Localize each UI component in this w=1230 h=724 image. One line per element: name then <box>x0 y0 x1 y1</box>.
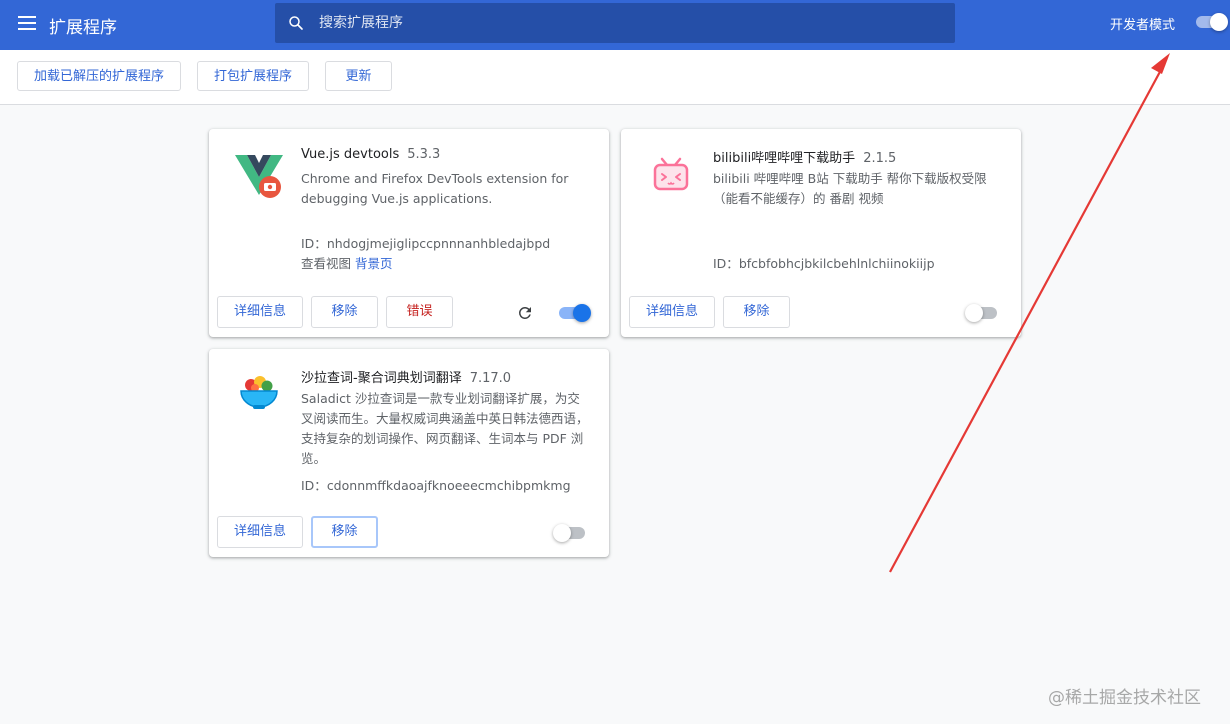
remove-button[interactable]: 移除 <box>723 296 790 328</box>
errors-button[interactable]: 错误 <box>386 296 453 328</box>
extension-id: ID：cdonnmffkdaoajfknoeeecmchibpmkmg <box>301 478 571 493</box>
extension-version: 2.1.5 <box>863 151 897 166</box>
search-box[interactable] <box>275 3 955 43</box>
toolbar: 加载已解压的扩展程序 打包扩展程序 更新 <box>0 50 1230 105</box>
details-button[interactable]: 详细信息 <box>217 516 303 548</box>
dev-mode-label: 开发者模式 <box>1110 18 1176 33</box>
pack-extension-button[interactable]: 打包扩展程序 <box>197 61 309 91</box>
inspect-views: 查看视图 背景页 <box>301 256 393 271</box>
bilibili-tv-icon <box>653 157 689 191</box>
menu-icon[interactable] <box>18 16 36 30</box>
remove-button[interactable]: 移除 <box>311 516 378 548</box>
search-input[interactable] <box>319 3 939 43</box>
extension-id: ID：bfcbfobhcjbkilcbehlnlchiinokiijp <box>713 256 935 271</box>
annotation-arrow <box>889 53 1170 573</box>
extension-name: Vue.js devtools 5.3.3 <box>301 147 441 162</box>
extension-enable-toggle[interactable] <box>965 304 999 322</box>
extension-name: 沙拉查词-聚合词典划词翻译 7.17.0 <box>301 371 512 386</box>
search-icon <box>289 16 303 30</box>
vue-logo-icon <box>235 155 283 198</box>
watermark: @稀土掘金技术社区 <box>1048 688 1201 708</box>
extension-description: bilibili 哔哩哔哩 B站 下载助手 帮你下载版权受限（能看不能缓存）的 … <box>713 171 987 206</box>
salad-bowl-icon <box>240 376 278 409</box>
extension-card-bilibili: bilibili哔哩哔哩下载助手 2.1.5 bilibili 哔哩哔哩 B站 下… <box>621 129 1021 337</box>
extension-enable-toggle[interactable] <box>553 524 587 542</box>
extension-description: Chrome and Firefox DevTools extension fo… <box>301 171 569 206</box>
dev-mode-toggle[interactable] <box>1194 13 1228 31</box>
extension-version: 7.17.0 <box>469 371 512 386</box>
reload-icon[interactable] <box>516 304 534 322</box>
page-title: 扩展程序 <box>49 18 117 38</box>
top-bar: 扩展程序 开发者模式 <box>0 0 1230 50</box>
remove-button[interactable]: 移除 <box>311 296 378 328</box>
extension-card-saladict: 沙拉查词-聚合词典划词翻译 7.17.0 Saladict 沙拉查词是一款专业划词… <box>209 349 609 557</box>
extension-version: 5.3.3 <box>407 147 441 162</box>
extension-name: bilibili哔哩哔哩下载助手 2.1.5 <box>713 151 897 166</box>
extension-card-vue-devtools: Vue.js devtools 5.3.3 Chrome and Firefox … <box>209 129 609 337</box>
extension-id: ID：nhdogjmejiglipccpnnnanhbledajbpd <box>301 236 551 251</box>
extension-description: Saladict 沙拉查词是一款专业划词翻译扩展，为交叉阅读而生。大量权威词典涵… <box>301 391 589 466</box>
details-button[interactable]: 详细信息 <box>629 296 715 328</box>
details-button[interactable]: 详细信息 <box>217 296 303 328</box>
load-unpacked-button[interactable]: 加载已解压的扩展程序 <box>17 61 181 91</box>
background-page-link[interactable]: 背景页 <box>355 256 393 271</box>
update-button[interactable]: 更新 <box>325 61 392 91</box>
extension-enable-toggle[interactable] <box>557 304 591 322</box>
